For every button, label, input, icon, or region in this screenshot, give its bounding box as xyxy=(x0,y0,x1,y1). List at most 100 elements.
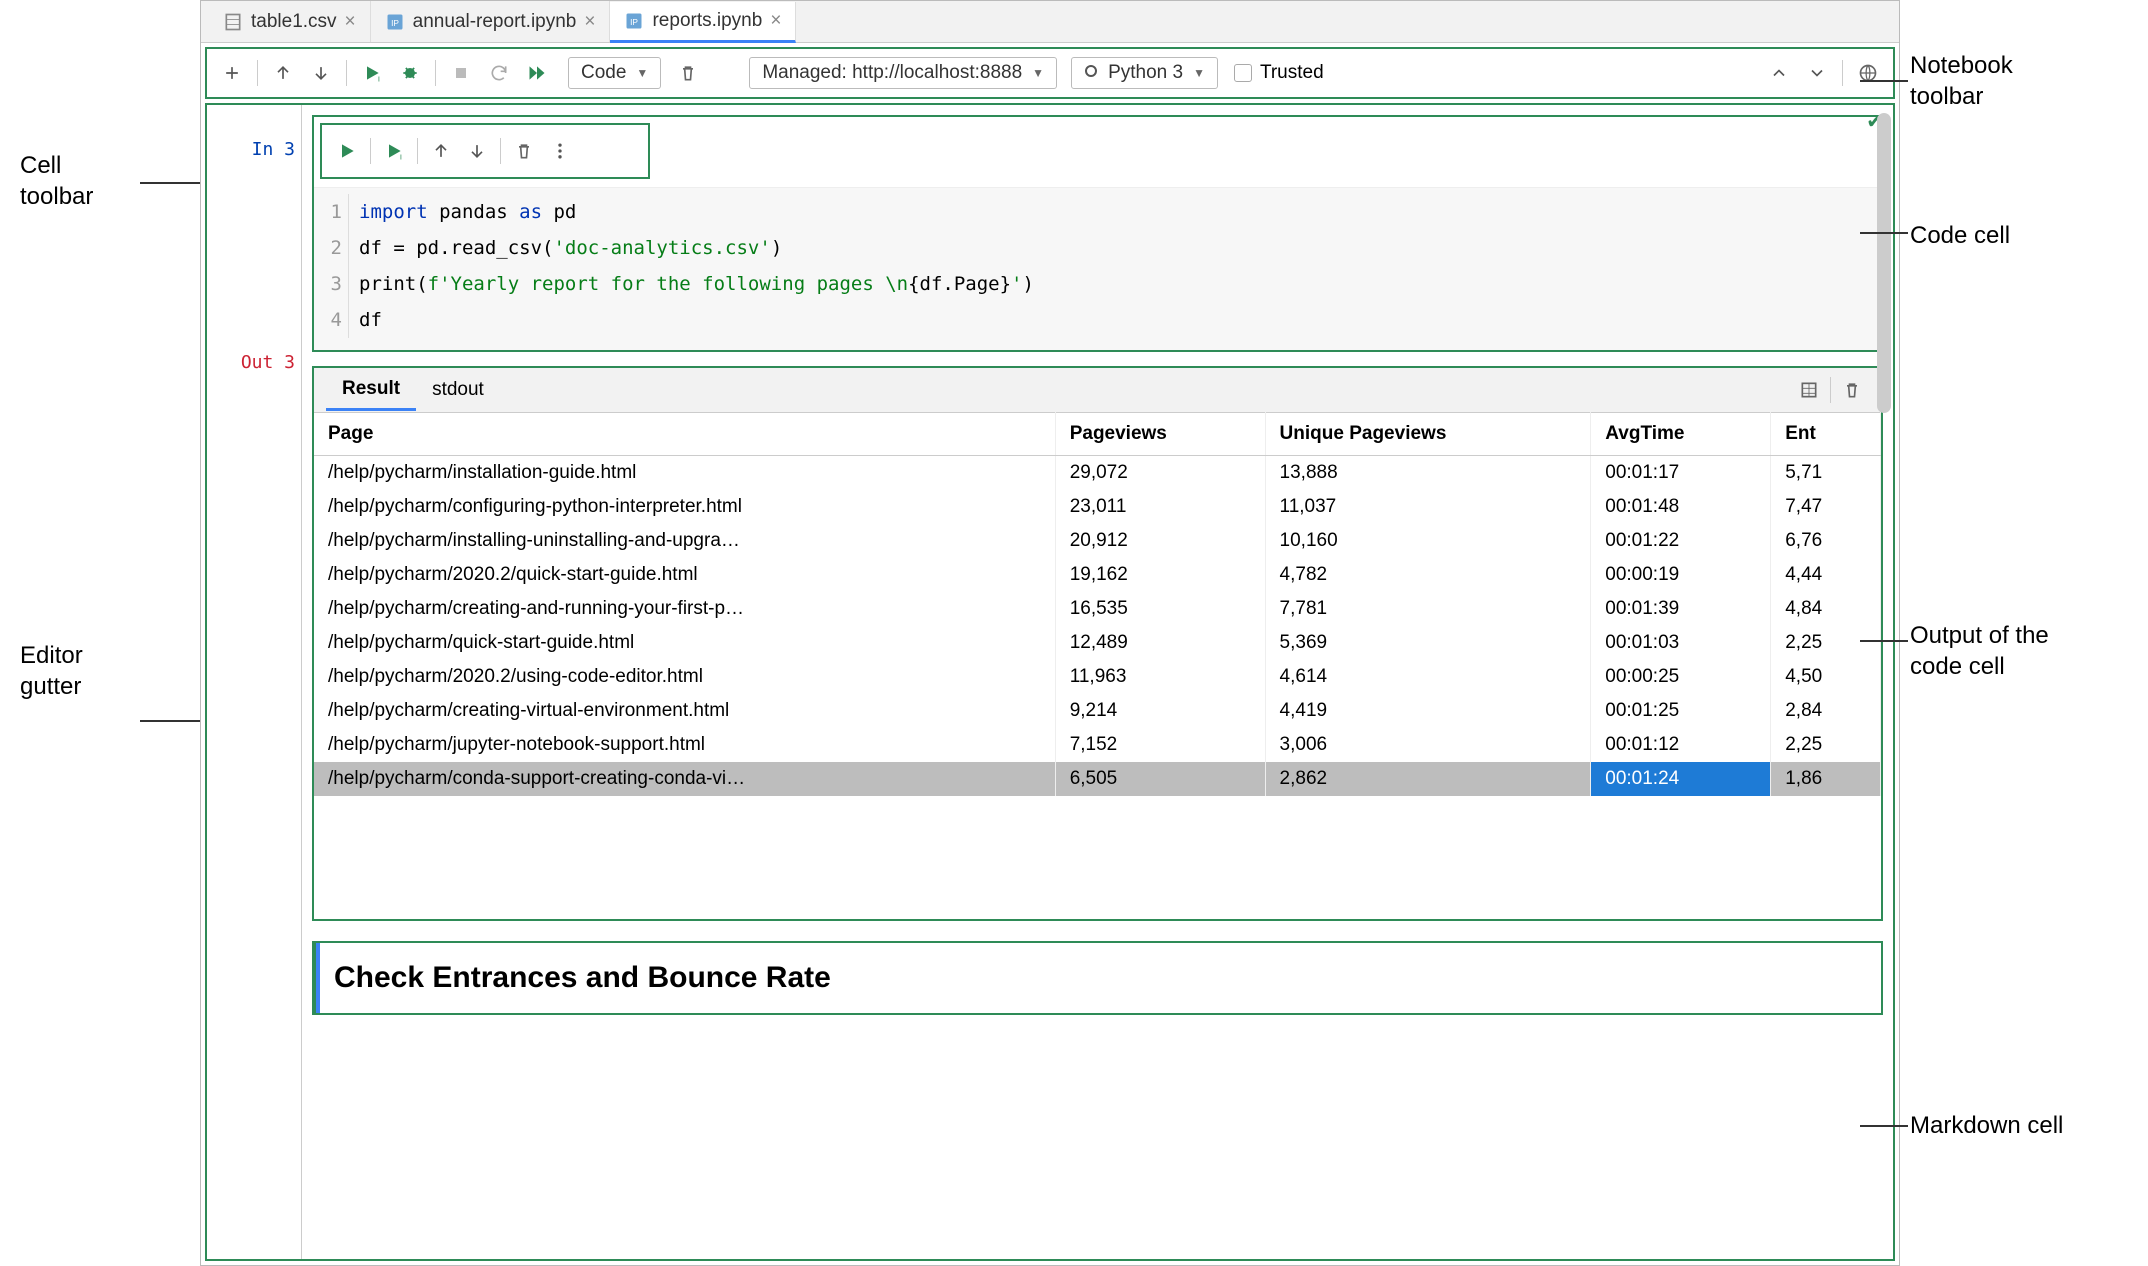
table-cell[interactable]: 13,888 xyxy=(1265,456,1591,491)
table-cell[interactable]: 2,25 xyxy=(1771,728,1881,762)
close-icon[interactable]: × xyxy=(770,10,781,32)
output-tab-stdout[interactable]: stdout xyxy=(416,371,500,409)
run-cell-button[interactable] xyxy=(330,134,364,168)
open-browser-button[interactable] xyxy=(1851,56,1885,90)
table-cell[interactable]: /help/pycharm/configuring-python-interpr… xyxy=(314,490,1055,524)
table-header[interactable]: AvgTime xyxy=(1591,413,1771,456)
cell-type-select[interactable]: Code ▼ xyxy=(568,57,661,89)
add-cell-button[interactable] xyxy=(215,56,249,90)
move-up-button[interactable] xyxy=(266,56,300,90)
stop-button[interactable] xyxy=(444,56,478,90)
collapse-down-button[interactable] xyxy=(1800,56,1834,90)
table-cell[interactable]: 6,505 xyxy=(1055,762,1265,796)
table-row[interactable]: /help/pycharm/creating-and-running-your-… xyxy=(314,592,1881,626)
table-cell[interactable]: /help/pycharm/quick-start-guide.html xyxy=(314,626,1055,660)
table-cell[interactable]: 23,011 xyxy=(1055,490,1265,524)
tab-reports[interactable]: IP reports.ipynb × xyxy=(610,2,796,43)
table-row[interactable]: /help/pycharm/2020.2/using-code-editor.h… xyxy=(314,660,1881,694)
close-icon[interactable]: × xyxy=(584,11,595,33)
table-cell[interactable]: 29,072 xyxy=(1055,456,1265,491)
table-cell[interactable]: 00:00:19 xyxy=(1591,558,1771,592)
table-row[interactable]: /help/pycharm/configuring-python-interpr… xyxy=(314,490,1881,524)
table-cell[interactable]: 19,162 xyxy=(1055,558,1265,592)
table-cell[interactable]: 00:01:24 xyxy=(1591,762,1771,796)
table-cell[interactable]: 7,781 xyxy=(1265,592,1591,626)
table-cell[interactable]: 11,963 xyxy=(1055,660,1265,694)
table-cell[interactable]: 4,782 xyxy=(1265,558,1591,592)
move-down-button[interactable] xyxy=(304,56,338,90)
table-row[interactable]: /help/pycharm/conda-support-creating-con… xyxy=(314,762,1881,796)
table-cell[interactable]: /help/pycharm/installing-uninstalling-an… xyxy=(314,524,1055,558)
table-cell[interactable]: 00:01:39 xyxy=(1591,592,1771,626)
table-cell[interactable]: 00:01:48 xyxy=(1591,490,1771,524)
markdown-cell[interactable]: Check Entrances and Bounce Rate xyxy=(312,941,1883,1015)
table-cell[interactable]: 5,369 xyxy=(1265,626,1591,660)
table-cell[interactable]: 00:01:25 xyxy=(1591,694,1771,728)
table-cell[interactable]: /help/pycharm/2020.2/quick-start-guide.h… xyxy=(314,558,1055,592)
table-header[interactable]: Page xyxy=(314,413,1055,456)
table-cell[interactable]: /help/pycharm/creating-and-running-your-… xyxy=(314,592,1055,626)
restart-button[interactable] xyxy=(482,56,516,90)
table-cell[interactable]: 4,44 xyxy=(1771,558,1881,592)
table-cell[interactable]: /help/pycharm/conda-support-creating-con… xyxy=(314,762,1055,796)
table-cell[interactable]: /help/pycharm/creating-virtual-environme… xyxy=(314,694,1055,728)
tab-table1[interactable]: table1.csv × xyxy=(209,1,371,42)
server-select[interactable]: Managed: http://localhost:8888 ▼ xyxy=(749,57,1057,89)
table-row[interactable]: /help/pycharm/2020.2/quick-start-guide.h… xyxy=(314,558,1881,592)
table-cell[interactable]: 3,006 xyxy=(1265,728,1591,762)
cell-more-button[interactable] xyxy=(543,134,577,168)
table-row[interactable]: /help/pycharm/jupyter-notebook-support.h… xyxy=(314,728,1881,762)
table-cell[interactable]: 4,419 xyxy=(1265,694,1591,728)
table-row[interactable]: /help/pycharm/installing-uninstalling-an… xyxy=(314,524,1881,558)
table-cell[interactable]: 16,535 xyxy=(1055,592,1265,626)
code-cell[interactable]: I xyxy=(312,115,1883,352)
run-cell-insert-button[interactable]: I xyxy=(377,134,411,168)
table-header[interactable]: Pageviews xyxy=(1055,413,1265,456)
table-cell[interactable]: 11,037 xyxy=(1265,490,1591,524)
table-cell[interactable]: 5,71 xyxy=(1771,456,1881,491)
code-content[interactable]: import pandas as pd df = pd.read_csv('do… xyxy=(348,194,1034,338)
table-cell[interactable]: 2,84 xyxy=(1771,694,1881,728)
tab-annual-report[interactable]: IP annual-report.ipynb × xyxy=(371,1,611,42)
table-cell[interactable]: 1,86 xyxy=(1771,762,1881,796)
table-cell[interactable]: 9,214 xyxy=(1055,694,1265,728)
cell-move-up-button[interactable] xyxy=(424,134,458,168)
cell-move-down-button[interactable] xyxy=(460,134,494,168)
close-icon[interactable]: × xyxy=(345,11,356,33)
table-cell[interactable]: 4,84 xyxy=(1771,592,1881,626)
clear-output-button[interactable] xyxy=(1835,373,1869,407)
table-row[interactable]: /help/pycharm/creating-virtual-environme… xyxy=(314,694,1881,728)
table-cell[interactable]: 2,862 xyxy=(1265,762,1591,796)
code-editor[interactable]: 1 2 3 4 import pandas as pd df = pd.read… xyxy=(314,187,1881,350)
table-cell[interactable]: 4,50 xyxy=(1771,660,1881,694)
output-table[interactable]: PagePageviewsUnique PageviewsAvgTimeEnt … xyxy=(314,412,1881,796)
table-cell[interactable]: /help/pycharm/installation-guide.html xyxy=(314,456,1055,491)
table-cell[interactable]: /help/pycharm/jupyter-notebook-support.h… xyxy=(314,728,1055,762)
table-cell[interactable]: 6,76 xyxy=(1771,524,1881,558)
table-cell[interactable]: 4,614 xyxy=(1265,660,1591,694)
table-cell[interactable]: 7,47 xyxy=(1771,490,1881,524)
kernel-select[interactable]: Python 3 ▼ xyxy=(1071,57,1218,89)
run-all-button[interactable] xyxy=(520,56,554,90)
table-cell[interactable]: 00:01:17 xyxy=(1591,456,1771,491)
table-header[interactable]: Ent xyxy=(1771,413,1881,456)
cell-delete-button[interactable] xyxy=(507,134,541,168)
table-row[interactable]: /help/pycharm/installation-guide.html29,… xyxy=(314,456,1881,491)
table-row[interactable]: /help/pycharm/quick-start-guide.html12,4… xyxy=(314,626,1881,660)
table-cell[interactable]: 20,912 xyxy=(1055,524,1265,558)
run-cell-select-below-button[interactable]: I xyxy=(355,56,389,90)
trusted-toggle[interactable]: Trusted xyxy=(1234,62,1324,84)
table-cell[interactable]: 12,489 xyxy=(1055,626,1265,660)
table-cell[interactable]: 00:01:22 xyxy=(1591,524,1771,558)
delete-cell-button[interactable] xyxy=(671,56,705,90)
table-cell[interactable]: 00:01:12 xyxy=(1591,728,1771,762)
table-view-icon[interactable] xyxy=(1792,373,1826,407)
table-cell[interactable]: 2,25 xyxy=(1771,626,1881,660)
table-header[interactable]: Unique Pageviews xyxy=(1265,413,1591,456)
output-tab-result[interactable]: Result xyxy=(326,370,416,411)
table-cell[interactable]: 10,160 xyxy=(1265,524,1591,558)
scrollbar[interactable] xyxy=(1877,113,1891,413)
table-cell[interactable]: 00:01:03 xyxy=(1591,626,1771,660)
debug-button[interactable] xyxy=(393,56,427,90)
table-cell[interactable]: /help/pycharm/2020.2/using-code-editor.h… xyxy=(314,660,1055,694)
